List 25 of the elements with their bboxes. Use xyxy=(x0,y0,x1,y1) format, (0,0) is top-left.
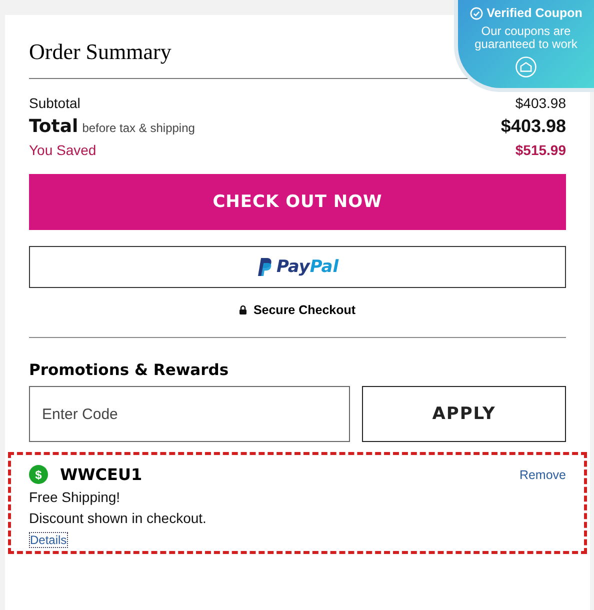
paypal-button[interactable]: PayPal xyxy=(29,246,566,288)
total-label: Total xyxy=(29,116,78,137)
remove-link[interactable]: Remove xyxy=(519,468,566,482)
house-icon xyxy=(515,56,537,78)
subtotal-value: $403.98 xyxy=(515,95,566,111)
badge-text: Our coupons are guaranteed to work xyxy=(474,25,578,51)
badge-title: Verified Coupon xyxy=(486,6,582,20)
saved-value: $515.99 xyxy=(515,142,566,158)
saved-label: You Saved xyxy=(29,142,96,158)
checkout-button[interactable]: CHECK OUT NOW xyxy=(29,174,566,230)
apply-button[interactable]: APPLY xyxy=(362,386,566,442)
promotions-title: Promotions & Rewards xyxy=(29,361,230,379)
total-value: $403.98 xyxy=(500,116,566,137)
dollar-icon: $ xyxy=(29,465,48,484)
check-circle-icon xyxy=(470,6,483,20)
lock-icon xyxy=(239,305,248,315)
code-input-field[interactable]: Enter Code xyxy=(29,386,350,442)
coupon-description: Discount shown in checkout. xyxy=(29,510,208,526)
coupon-code: WWCEU1 xyxy=(60,465,144,484)
coupon-description: Free Shipping! xyxy=(29,489,122,505)
subtotal-label: Subtotal xyxy=(29,95,80,111)
details-link[interactable]: Details xyxy=(29,532,68,548)
total-note: before tax & shipping xyxy=(82,121,195,135)
paypal-logo-icon xyxy=(256,257,272,277)
secure-checkout-text: Secure Checkout xyxy=(253,303,356,317)
